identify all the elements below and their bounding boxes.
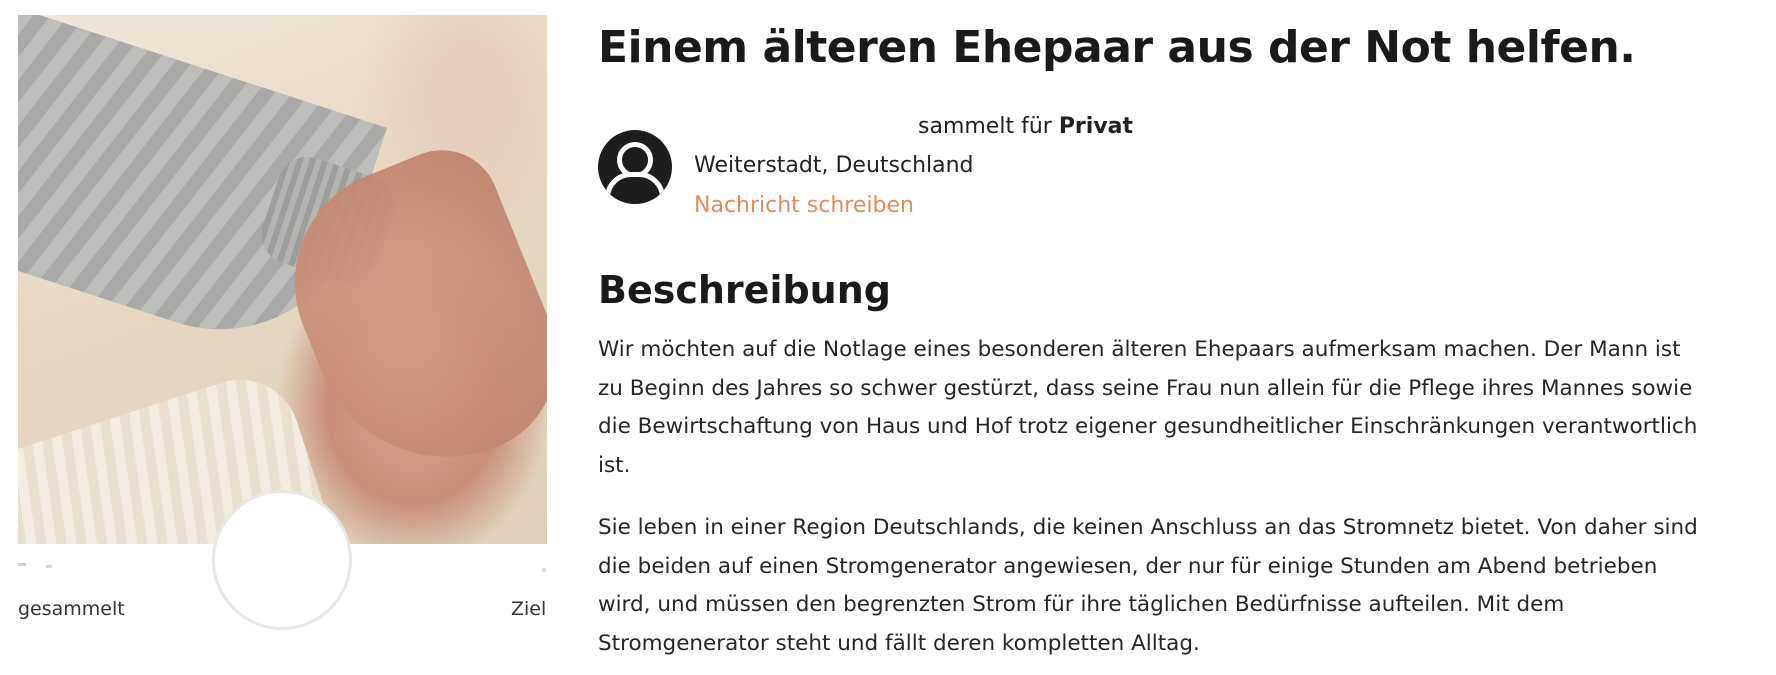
- progress-ring: [212, 490, 352, 630]
- goal-label: Ziel: [511, 598, 547, 620]
- collects-for-line: sammelt für Privat: [918, 114, 1133, 139]
- description-paragraph: Wir möchten auf die Notlage eines besond…: [598, 337, 1698, 478]
- goal-amount-placeholder: [542, 568, 546, 572]
- description-paragraph: Sie leben in einer Region Deutschlands, …: [598, 515, 1698, 656]
- organizer-location: Weiterstadt, Deutschland: [694, 153, 974, 178]
- user-avatar-icon[interactable]: [598, 130, 672, 204]
- collected-label: gesammelt: [18, 598, 125, 620]
- collected-amount-placeholder: [18, 563, 58, 569]
- page-title: Einem älteren Ehepaar aus der Not helfen…: [598, 22, 1636, 73]
- campaign-photo: [18, 15, 547, 544]
- collects-prefix: sammelt für: [918, 114, 1059, 139]
- description-heading: Beschreibung: [598, 268, 891, 312]
- write-message-link[interactable]: Nachricht schreiben: [694, 193, 914, 218]
- avatar-body: [605, 172, 665, 204]
- collects-for-value: Privat: [1058, 114, 1134, 139]
